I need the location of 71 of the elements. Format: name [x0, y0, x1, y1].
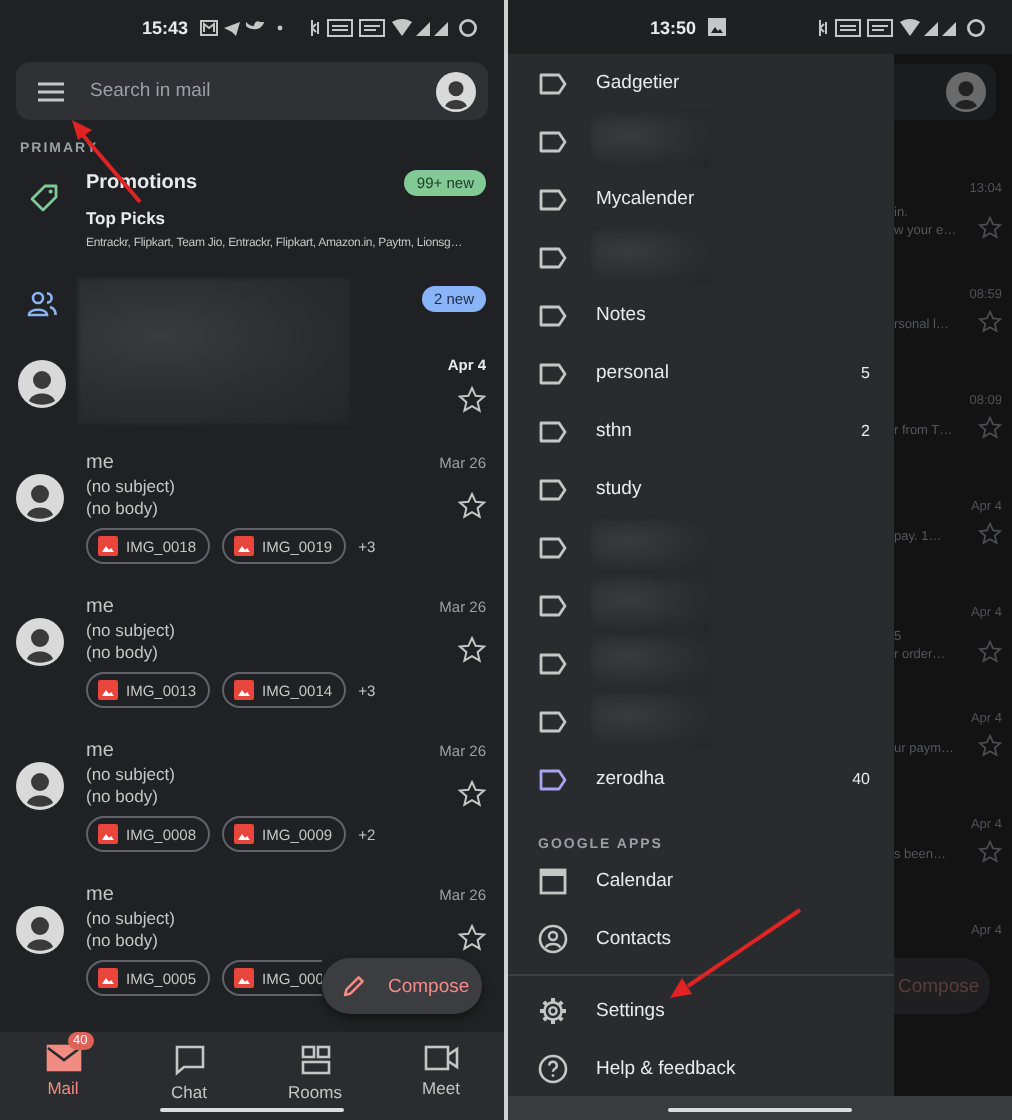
star-icon	[978, 522, 1002, 546]
label-item[interactable]: personal 5	[508, 344, 894, 402]
star-icon	[978, 734, 1002, 758]
nav-tab[interactable]: Meet	[378, 1032, 504, 1098]
star-icon[interactable]	[458, 636, 486, 664]
label-item[interactable]: Mycalender	[508, 170, 894, 228]
contact-icon	[538, 924, 568, 954]
star-icon	[978, 640, 1002, 664]
avatar-icon	[16, 474, 64, 522]
image-icon	[708, 18, 727, 36]
envelope-icon	[45, 1044, 81, 1072]
mail-snippet: (no body)	[86, 498, 160, 520]
star-icon[interactable]	[458, 924, 486, 952]
label-item[interactable]: zerodha 40	[508, 750, 894, 808]
app-item[interactable]: Contacts	[508, 910, 894, 968]
avatar-icon	[946, 72, 986, 112]
mail-sender: me	[86, 596, 114, 620]
star-icon	[978, 310, 1002, 334]
status-time: 13:50	[650, 17, 697, 37]
tag-icon	[27, 182, 59, 214]
mail-snippet: (no body)	[86, 786, 160, 808]
star-icon	[978, 840, 1002, 864]
star-icon	[978, 216, 1002, 240]
label-item[interactable]: sthn 2	[508, 402, 894, 460]
image-icon	[234, 680, 255, 700]
people-icon	[26, 290, 58, 318]
mail-sender: me	[86, 740, 114, 764]
avatar-icon[interactable]	[436, 72, 476, 112]
settings-icon	[538, 996, 568, 1026]
image-icon	[98, 968, 118, 988]
status-time: 15:43	[142, 18, 189, 38]
mail-sender: me	[86, 452, 114, 476]
chat-icon	[173, 1044, 205, 1076]
calendar-icon	[538, 866, 568, 896]
menu-item[interactable]: Help & feedback	[508, 1040, 894, 1098]
image-icon	[98, 824, 118, 844]
label-item[interactable]: Notes	[508, 286, 894, 344]
mail-subject: (no subject)	[86, 764, 175, 786]
app-item[interactable]: Calendar	[508, 852, 894, 910]
image-icon	[234, 968, 255, 988]
star-icon[interactable]	[458, 386, 486, 414]
help-icon	[538, 1054, 568, 1084]
nav-tab[interactable]: Chat	[126, 1032, 252, 1098]
rooms-icon	[299, 1044, 331, 1076]
menu-item[interactable]: Settings	[508, 982, 894, 1040]
star-icon	[978, 416, 1002, 440]
mail-subject: (no subject)	[86, 908, 175, 930]
label-item[interactable]: Gadgetier	[508, 54, 894, 112]
video-camera-icon	[423, 1044, 459, 1072]
category-subject: Top Picks	[86, 208, 168, 228]
image-icon	[98, 680, 118, 700]
compose-button[interactable]: Compose	[322, 958, 482, 1014]
mail-sender: me	[86, 884, 114, 908]
mail-snippet: (no body)	[86, 642, 160, 664]
image-icon	[234, 536, 255, 556]
menu-icon[interactable]	[38, 82, 64, 102]
nav-tab[interactable]: Rooms	[252, 1032, 378, 1098]
mail-snippet: (no body)	[86, 930, 160, 952]
image-icon	[234, 824, 255, 844]
avatar-icon	[16, 762, 64, 810]
label-item[interactable]: study	[508, 460, 894, 518]
star-icon[interactable]	[458, 780, 486, 808]
mail-subject: (no subject)	[86, 476, 175, 498]
mail-subject: (no subject)	[86, 620, 175, 642]
avatar-icon	[18, 360, 66, 408]
star-icon[interactable]	[458, 492, 486, 520]
pencil-icon	[342, 974, 366, 998]
avatar-icon	[16, 906, 64, 954]
image-icon	[98, 536, 118, 556]
avatar-icon	[16, 618, 64, 666]
search-field[interactable]: Search in mail	[16, 62, 488, 120]
